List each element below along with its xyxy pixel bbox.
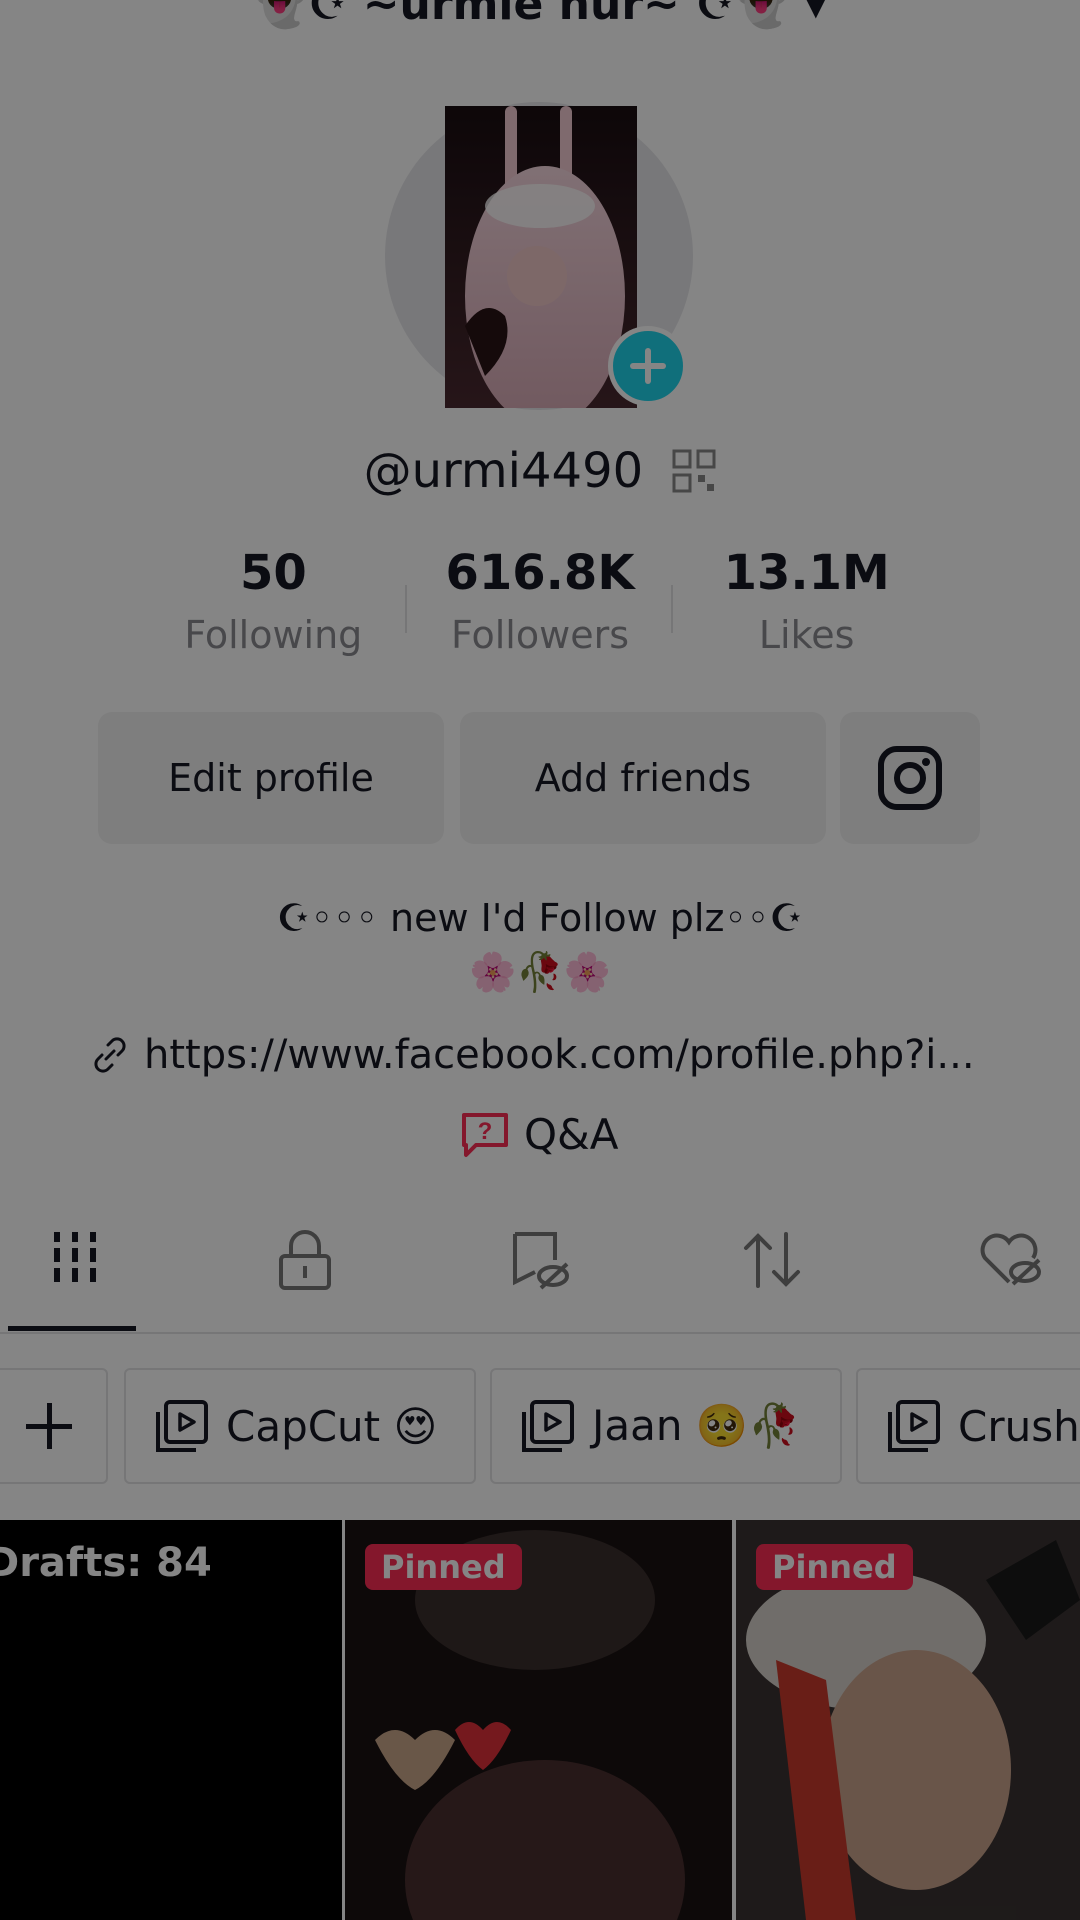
qr-code-icon[interactable] — [672, 449, 716, 493]
playlist-icon — [522, 1400, 574, 1452]
bookmark-hidden-icon — [513, 1232, 569, 1290]
video-tile[interactable]: Pinned — [736, 1520, 1080, 1920]
profile-link[interactable]: https://www.facebook.com/profile.php?i..… — [90, 1030, 975, 1078]
instagram-icon — [878, 746, 942, 810]
active-tab-indicator — [8, 1326, 136, 1331]
tab-liked[interactable] — [955, 1230, 1065, 1330]
playlist-chip[interactable]: CapCut 😍 — [124, 1368, 476, 1484]
username-row: @urmi4490 — [0, 440, 1080, 499]
qa-label: Q&A — [524, 1110, 619, 1159]
stat-likes[interactable]: 13.1M Likes — [673, 545, 940, 657]
link-url: https://www.facebook.com/profile.php?i..… — [144, 1032, 975, 1078]
video-tile[interactable]: Pinned — [345, 1520, 732, 1920]
stats-row: 50 Following 616.8K Followers 13.1M Like… — [140, 545, 940, 657]
stat-value: 13.1M — [723, 545, 890, 601]
repost-icon — [744, 1232, 800, 1288]
edit-profile-button[interactable]: Edit profile — [98, 712, 444, 844]
playlist-icon — [888, 1400, 940, 1452]
stat-following[interactable]: 50 Following — [140, 545, 407, 657]
tab-private[interactable] — [250, 1230, 360, 1330]
pinned-badge: Pinned — [756, 1544, 913, 1590]
profile-display-name[interactable]: 👻☪ ~urmie nur~ ☪👻 ▾ — [0, 0, 1080, 30]
heart-hidden-icon — [980, 1233, 1041, 1286]
stat-label: Followers — [451, 613, 629, 657]
add-playlist-button[interactable] — [0, 1368, 108, 1484]
bio-text: ☪◦◦◦ new I'd Follow plz◦◦☪ — [276, 896, 804, 940]
lock-icon — [279, 1230, 331, 1290]
add-friends-button[interactable]: Add friends — [460, 712, 826, 844]
link-icon — [94, 1037, 126, 1073]
qa-icon: ? — [462, 1112, 508, 1157]
stat-followers[interactable]: 616.8K Followers — [407, 545, 674, 657]
drafts-tile[interactable]: Drafts: 84 — [0, 1520, 342, 1920]
plus-icon — [630, 348, 666, 384]
drafts-label: Drafts: 84 — [0, 1540, 212, 1586]
playlist-icon — [156, 1400, 208, 1452]
instagram-button[interactable] — [840, 712, 980, 844]
stat-value: 50 — [239, 545, 307, 601]
menu-icon[interactable] — [1002, 0, 1066, 12]
tab-reposts[interactable] — [718, 1230, 828, 1330]
playlist-label: Crush — [958, 1401, 1080, 1451]
bio-emoji: 🌸🥀🌸 — [469, 950, 611, 994]
qa-link[interactable]: ? Q&A — [460, 1110, 619, 1159]
playlist-chip[interactable]: Jaan 🥺🥀 — [490, 1368, 842, 1484]
playlist-chip[interactable]: Crush — [856, 1368, 1080, 1484]
playlist-label: CapCut 😍 — [226, 1401, 438, 1451]
playlist-label: Jaan 🥺🥀 — [592, 1401, 801, 1450]
stat-label: Following — [184, 613, 363, 657]
stat-value: 616.8K — [445, 545, 635, 601]
grid-icon — [54, 1232, 96, 1282]
tab-divider — [0, 1332, 1080, 1334]
stat-label: Likes — [758, 613, 855, 657]
svg-text:?: ? — [478, 1118, 493, 1145]
add-story-button[interactable] — [608, 326, 688, 406]
tab-videos[interactable] — [20, 1230, 130, 1330]
tab-saved[interactable] — [485, 1230, 595, 1330]
plus-icon — [26, 1403, 72, 1449]
pinned-badge: Pinned — [365, 1544, 522, 1590]
username: @urmi4490 — [363, 443, 644, 499]
